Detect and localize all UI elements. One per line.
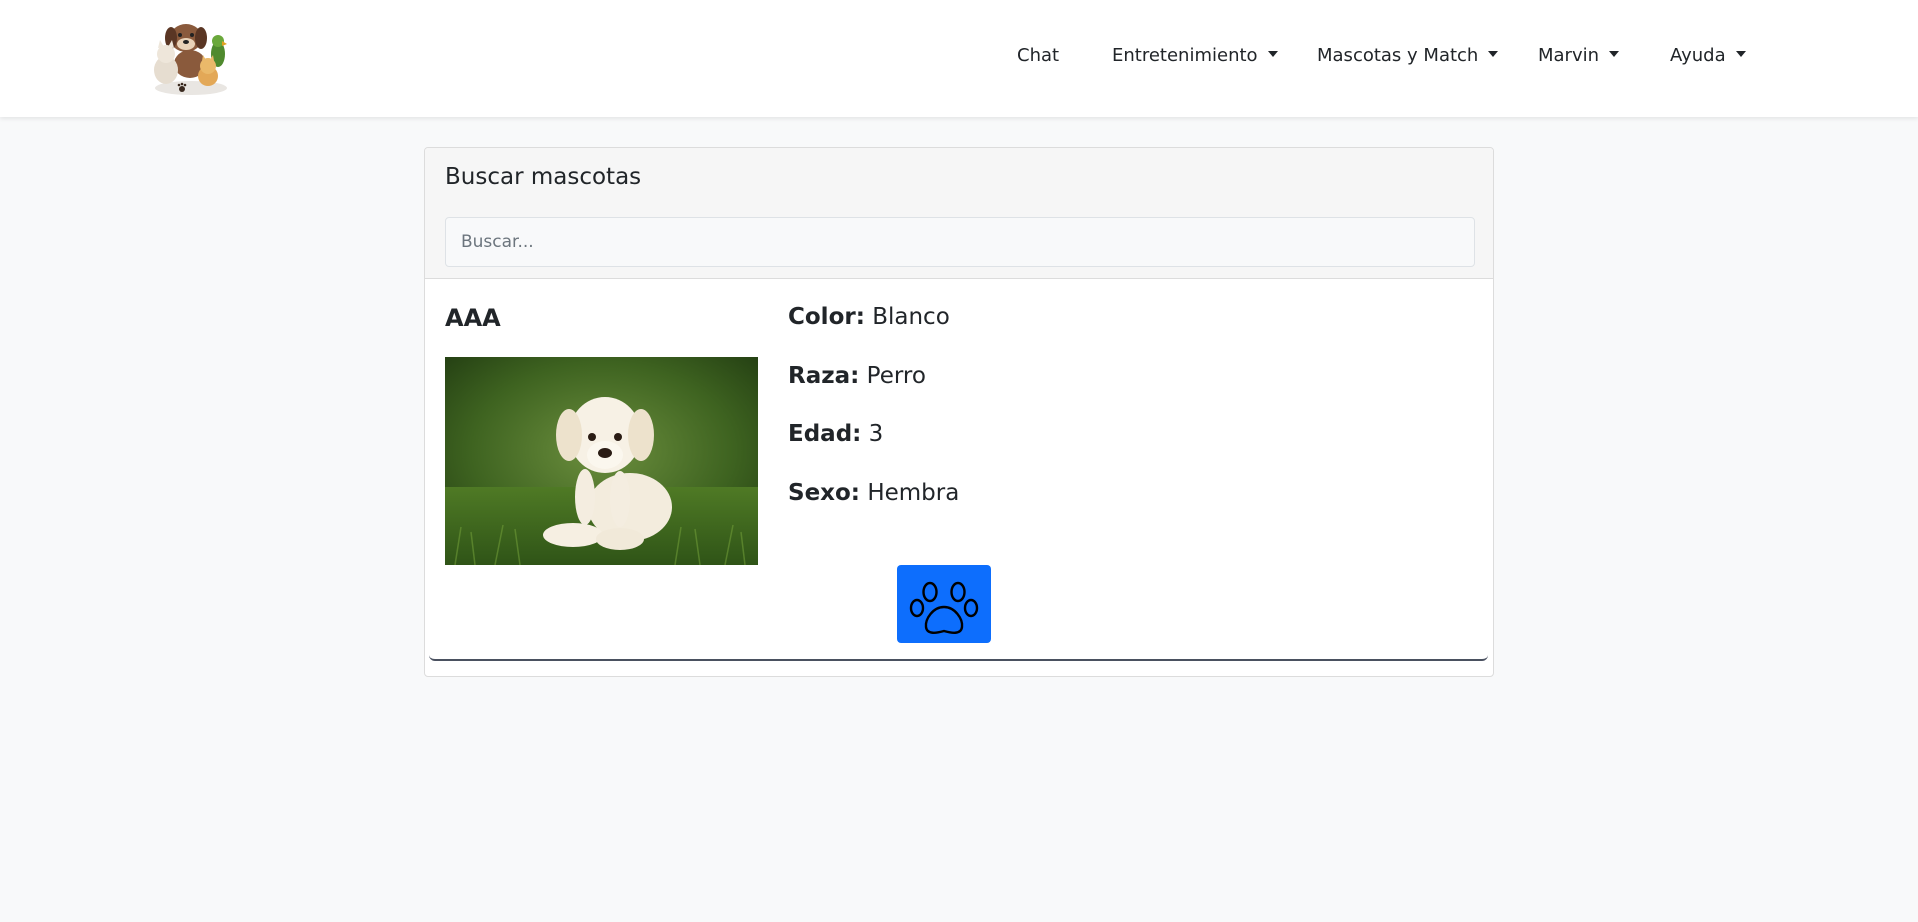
age-label: Edad: [788,421,862,447]
pet-color-attribute: Color: Blanco [788,304,950,330]
pet-age-attribute: Edad: 3 [788,421,883,447]
breed-value: Perro [866,363,926,389]
nav-marvin-label: Marvin [1538,45,1600,66]
age-value: 3 [868,421,884,447]
breed-label: Raza: [788,363,860,389]
search-pets-card: Buscar mascotas AAA [424,147,1494,677]
caret-down-icon [1735,51,1746,57]
nav-chat-label: Chat [1017,45,1060,66]
nav-ayuda-label: Ayuda [1670,45,1726,66]
caret-down-icon [1267,51,1278,57]
sex-value: Hembra [867,480,960,506]
nav-entretenimiento-label: Entretenimiento [1112,45,1258,66]
nav-entretenimiento-dropdown[interactable]: Entretenimiento [1112,45,1278,66]
navbar: Chat Entretenimiento Mascotas y Match Ma… [0,0,1918,117]
nav-ayuda-dropdown[interactable]: Ayuda [1670,45,1746,66]
nav-mascotas-match-label: Mascotas y Match [1317,45,1479,66]
search-input[interactable] [445,217,1475,267]
caret-down-icon [1609,51,1620,57]
sex-label: Sexo: [788,480,860,506]
divider [429,653,1488,661]
color-label: Color: [788,304,865,330]
caret-down-icon [1488,51,1499,57]
pet-name: AAA [445,304,501,332]
card-title: Buscar mascotas [445,164,642,190]
match-button[interactable] [897,565,991,643]
pet-breed-attribute: Raza: Perro [788,363,926,389]
nav-chat[interactable]: Chat [1017,45,1059,66]
nav-marvin-dropdown[interactable]: Marvin [1538,45,1620,66]
nav-mascotas-match-dropdown[interactable]: Mascotas y Match [1317,45,1499,66]
puppy-photo [445,357,758,565]
pet-sex-attribute: Sexo: Hembra [788,480,959,506]
paw-icon [909,581,979,634]
color-value: Blanco [872,304,950,330]
card-header: Buscar mascotas [425,148,1493,279]
pets-logo-icon[interactable] [146,16,236,98]
